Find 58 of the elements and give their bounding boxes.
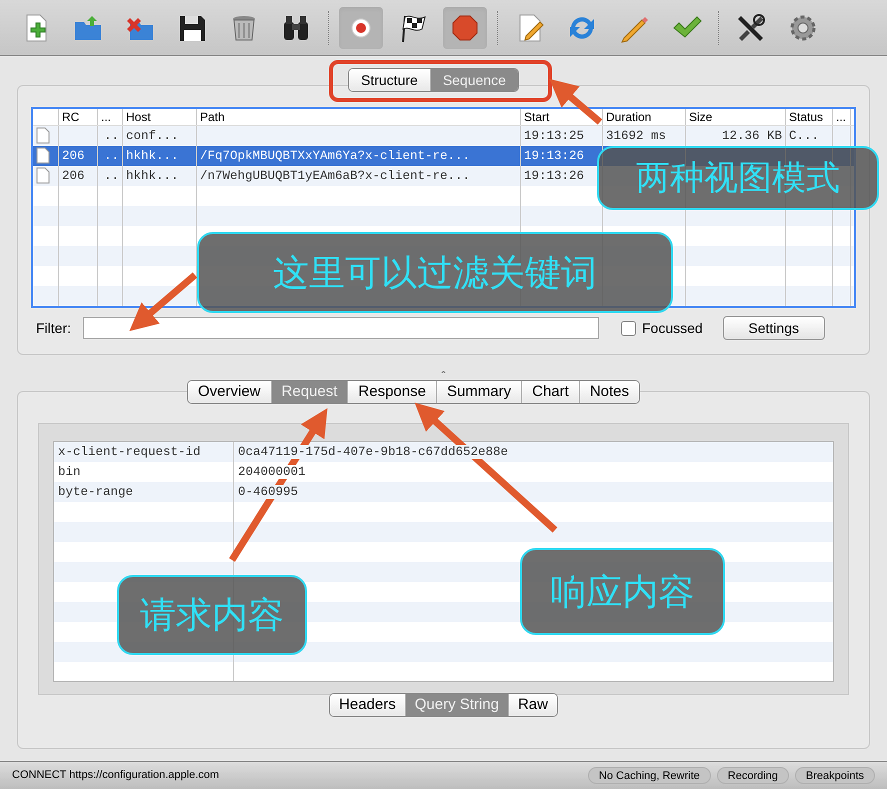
column-header[interactable]: Start <box>521 109 603 125</box>
tab[interactable]: Summary <box>436 381 522 403</box>
table-cell: /n7WehgUBUQBT1yEAm6aB?x-client-re... <box>200 169 470 183</box>
table-cell: 12.36 KB <box>722 129 782 143</box>
column-header[interactable]: ... <box>98 109 123 125</box>
callout-tooltip: 响应内容 <box>520 548 725 635</box>
table-cell: 206 <box>62 149 85 163</box>
column-header[interactable]: ... <box>833 109 851 125</box>
param-name: bin <box>58 465 81 479</box>
tab[interactable]: Raw <box>508 694 557 716</box>
table-cell: .. <box>104 129 119 143</box>
column-header[interactable]: Status <box>786 109 833 125</box>
status-badge[interactable]: No Caching, Rewrite <box>588 767 711 784</box>
document-icon <box>36 167 50 184</box>
table-cell: 31692 ms <box>606 129 666 143</box>
column-header[interactable]: Duration <box>603 109 686 125</box>
tab[interactable]: Chart <box>521 381 579 403</box>
filter-label: Filter: <box>36 318 71 338</box>
table-cell: conf... <box>126 129 179 143</box>
column-header[interactable]: Size <box>686 109 786 125</box>
table-cell: /Fq7OpkMBUQBTXxYAm6Ya?x-client-re... <box>200 149 470 163</box>
filter-field[interactable] <box>83 317 599 339</box>
param-value: 0-460995 <box>238 485 298 499</box>
arrow <box>129 272 198 332</box>
callout-tooltip: 这里可以过滤关键词 <box>197 232 673 313</box>
column-header[interactable]: RC <box>59 109 98 125</box>
settings-button[interactable]: Settings <box>722 316 825 340</box>
table-cell: hkhk... <box>126 149 179 163</box>
table-cell: hkhk... <box>126 169 179 183</box>
focussed-label: Focussed <box>642 318 703 338</box>
param-value: 204000001 <box>238 465 306 479</box>
callout-tooltip: 请求内容 <box>117 575 307 655</box>
tab[interactable]: Response <box>347 381 436 403</box>
param-name: x-client-request-id <box>58 445 201 459</box>
tab[interactable]: Overview <box>188 381 271 403</box>
tab[interactable]: Structure <box>349 69 430 91</box>
table-row[interactable]: .. conf... 19:13:25 31692 ms 12.36 KB C... <box>33 126 854 146</box>
param-name: byte-range <box>58 485 134 499</box>
column-header[interactable]: Host <box>123 109 197 125</box>
table-cell: C... <box>789 129 820 143</box>
table-cell: 206 <box>62 169 85 183</box>
focussed-checkbox[interactable] <box>621 320 636 336</box>
param-value: 0ca47119-175d-407e-9b18-c67dd652e88e <box>238 445 508 459</box>
column-header[interactable]: Path <box>197 109 521 125</box>
table-cell: 19:13:25 <box>524 129 584 143</box>
document-icon <box>36 147 50 164</box>
splitter-handle[interactable]: ˆ <box>0 367 887 383</box>
table-cell: .. <box>104 149 119 163</box>
table-cell: 19:13:26 <box>524 169 584 183</box>
callout-tooltip: 两种视图模式 <box>597 146 879 210</box>
table-cell: 19:13:26 <box>524 149 584 163</box>
tab[interactable]: Notes <box>578 381 639 403</box>
arrow <box>549 78 602 125</box>
status-text: CONNECT https://configuration.apple.com <box>12 768 220 784</box>
status-badge[interactable]: Breakpoints <box>794 767 875 784</box>
table-cell: .. <box>104 169 119 183</box>
tab[interactable]: Headers <box>330 694 405 716</box>
status-badge[interactable]: Recording <box>716 767 789 784</box>
